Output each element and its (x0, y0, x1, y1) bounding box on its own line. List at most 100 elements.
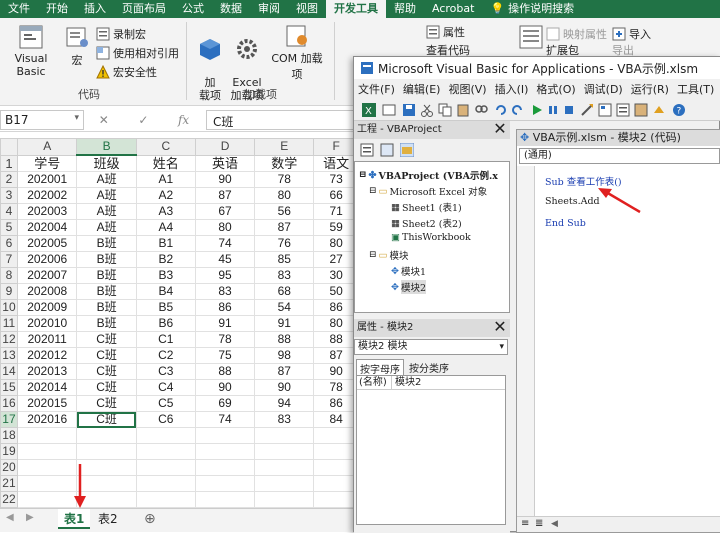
save-icon[interactable] (402, 103, 416, 117)
cell-e21[interactable] (254, 475, 315, 492)
cell-a7[interactable]: 202006 (16, 251, 78, 268)
cell-e2[interactable]: 78 (254, 171, 315, 188)
cell-c15[interactable]: C4 (135, 379, 196, 396)
cell-a12[interactable]: 202011 (16, 331, 78, 348)
row-header[interactable]: 16 (0, 395, 18, 412)
tell-me-search[interactable]: 💡 操作说明搜索 (482, 0, 582, 18)
addins-button[interactable]: 加 载项 (196, 24, 224, 102)
run-icon[interactable] (530, 103, 544, 117)
cell-a1[interactable]: 学号 (16, 154, 78, 172)
close-properties-icon[interactable]: ✕ (492, 319, 508, 336)
row-header[interactable]: 7 (0, 251, 18, 268)
cell-f16[interactable]: 86 (313, 395, 359, 412)
cell-d3[interactable]: 87 (194, 187, 256, 204)
cell-a16[interactable]: 202015 (16, 395, 78, 412)
cell-f6[interactable]: 80 (313, 235, 359, 252)
cell-f4[interactable]: 71 (313, 203, 359, 220)
tree-node-thisworkbook[interactable]: ▣ ThisWorkbook (391, 232, 471, 243)
cell-e11[interactable]: 91 (254, 315, 315, 332)
row-header[interactable]: 17 (0, 411, 18, 428)
row-header[interactable]: 3 (0, 187, 18, 204)
cell-d2[interactable]: 90 (194, 171, 256, 188)
row-header[interactable]: 13 (0, 347, 18, 364)
cell-f19[interactable] (313, 443, 359, 460)
redo-icon[interactable] (510, 103, 524, 117)
code-editor[interactable]: Sub 查看工作表() Sheets.Add End Sub (517, 166, 720, 516)
cell-a2[interactable]: 202001 (16, 171, 78, 188)
cell-c4[interactable]: A3 (135, 203, 196, 220)
property-row-name[interactable]: (名称) 模块2 (357, 376, 505, 390)
select-all-corner[interactable] (0, 138, 18, 156)
row-header[interactable]: 11 (0, 315, 18, 332)
cell-e6[interactable]: 76 (254, 235, 315, 252)
insert-function-icon[interactable]: fx (178, 113, 189, 127)
collapse-icon[interactable]: ⊟ (369, 250, 377, 260)
cell-e3[interactable]: 80 (254, 187, 315, 204)
break-icon[interactable] (546, 103, 560, 117)
cell-f13[interactable]: 87 (313, 347, 359, 364)
tree-node-sheet2[interactable]: ▦ Sheet2 (表2) (391, 216, 462, 231)
scroll-left-icon[interactable]: ◀ (551, 519, 558, 529)
cell-d12[interactable]: 78 (194, 331, 256, 348)
cell-a5[interactable]: 202004 (16, 219, 78, 236)
cell-c13[interactable]: C2 (135, 347, 196, 364)
find-icon[interactable] (474, 103, 488, 117)
toolbox-icon[interactable] (652, 103, 666, 117)
menu-edit[interactable]: 编辑(E) (399, 81, 445, 97)
cell-e20[interactable] (254, 459, 315, 476)
cell-b16[interactable]: C班 (76, 395, 137, 412)
cell-a8[interactable]: 202007 (16, 267, 78, 284)
cell-b12[interactable]: C班 (76, 331, 137, 348)
tab-view[interactable]: 视图 (288, 0, 326, 18)
reset-icon[interactable] (562, 103, 576, 117)
tree-node-modules[interactable]: ⊟ ▭ 模块 (369, 248, 409, 263)
cell-b1[interactable]: 班级 (76, 154, 137, 172)
cell-c18[interactable] (135, 427, 196, 444)
cell-a19[interactable] (16, 443, 78, 460)
column-header-e[interactable]: E (254, 138, 315, 156)
cell-f7[interactable]: 27 (313, 251, 359, 268)
cell-b8[interactable]: B班 (76, 267, 137, 284)
use-relative-references-button[interactable]: 使用相对引用 (96, 45, 179, 61)
cell-d8[interactable]: 95 (194, 267, 256, 284)
menu-view[interactable]: 视图(V) (444, 81, 490, 97)
full-module-view-icon[interactable]: ≣ (535, 518, 543, 529)
cell-b7[interactable]: B班 (76, 251, 137, 268)
cell-b4[interactable]: A班 (76, 203, 137, 220)
cell-f15[interactable]: 78 (313, 379, 359, 396)
tab-data[interactable]: 数据 (212, 0, 250, 18)
sheet-tab-1[interactable]: 表1 (58, 509, 91, 529)
row-header[interactable]: 10 (0, 299, 18, 316)
design-mode-icon[interactable] (580, 103, 594, 117)
row-header[interactable]: 12 (0, 331, 18, 348)
cell-e12[interactable]: 88 (254, 331, 315, 348)
cell-d21[interactable] (194, 475, 256, 492)
cell-c10[interactable]: B5 (135, 299, 196, 316)
column-header-b[interactable]: B (76, 138, 137, 156)
tree-node-vbaproject[interactable]: ⊟ ✤ VBAProject (VBA示例.x (359, 168, 498, 183)
properties-button[interactable]: 属性 (426, 24, 465, 40)
row-header[interactable]: 1 (0, 154, 18, 172)
cell-e17[interactable]: 83 (254, 411, 315, 428)
cell-c17[interactable]: C6 (135, 411, 196, 428)
cell-e15[interactable]: 90 (254, 379, 315, 396)
cell-c22[interactable] (135, 491, 196, 508)
add-sheet-icon[interactable]: ⊕ (138, 509, 162, 529)
cell-e1[interactable]: 数学 (254, 154, 315, 172)
tree-node-module1[interactable]: ✥ 模块1 (391, 264, 426, 279)
tab-file[interactable]: 文件 (0, 0, 38, 18)
row-header[interactable]: 9 (0, 283, 18, 300)
tree-node-module2[interactable]: ✥ 模块2 (391, 280, 427, 294)
cell-e16[interactable]: 94 (254, 395, 315, 412)
com-addins-button[interactable]: COM 加载项 (266, 24, 328, 82)
scroll-right-icon[interactable]: ▶ (26, 512, 34, 523)
cell-e9[interactable]: 68 (254, 283, 315, 300)
cell-c2[interactable]: A1 (135, 171, 196, 188)
row-header[interactable]: 2 (0, 171, 18, 188)
cell-a14[interactable]: 202013 (16, 363, 78, 380)
cell-a3[interactable]: 202002 (16, 187, 78, 204)
cell-f20[interactable] (313, 459, 359, 476)
worksheet-grid[interactable]: A B C D E F 1 学号 班级 姓名 英语 数学 语文 2 202001 A班 A1 90 78 73 3 202… (0, 138, 360, 510)
tab-page-layout[interactable]: 页面布局 (114, 0, 174, 18)
cell-c14[interactable]: C3 (135, 363, 196, 380)
